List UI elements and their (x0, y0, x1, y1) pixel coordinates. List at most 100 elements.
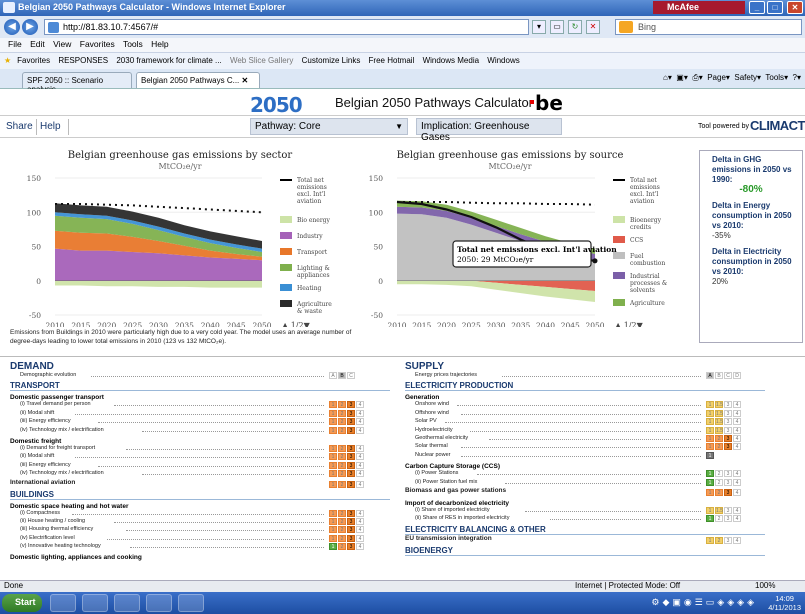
lever-level-2[interactable]: 2 (715, 478, 723, 486)
lever-level-2[interactable]: 2 (338, 543, 346, 551)
lever-level-4[interactable]: 4 (733, 478, 741, 486)
lever-level-4[interactable]: 4 (356, 444, 364, 452)
stop-icon[interactable]: ✕ (586, 20, 600, 34)
lever-level-1[interactable]: 1 (706, 478, 714, 486)
lever-level-1[interactable]: 1 (706, 409, 714, 417)
lever-level-4[interactable]: 4 (356, 401, 364, 409)
menu-edit[interactable]: Edit (30, 39, 45, 49)
lever-level-2[interactable]: 2 (338, 444, 346, 452)
lever-level-4[interactable]: 4 (356, 453, 364, 461)
lever-level-1[interactable]: 1 (329, 470, 337, 478)
lever-level-2[interactable]: 2 (715, 488, 723, 496)
fav-item-windows-media[interactable]: Windows Media (423, 56, 479, 65)
share-button[interactable]: Share (6, 121, 33, 132)
feeds-icon[interactable]: ▣▾ (676, 73, 688, 82)
lever-level-2[interactable]: 2 (338, 409, 346, 417)
lever-level-1.5[interactable]: 1.5 (715, 426, 723, 434)
lever-level-4[interactable]: 4 (733, 418, 741, 426)
help-button[interactable]: Help (40, 121, 61, 132)
lever-level-3[interactable]: 3 (724, 470, 732, 478)
lever-level-3[interactable]: 3 (347, 509, 355, 517)
lever-level-4[interactable]: 4 (733, 470, 741, 478)
fav-item-customize-links[interactable]: Customize Links (302, 56, 361, 65)
lever-level-4[interactable]: 4 (356, 461, 364, 469)
lever-level-3[interactable]: 3 (347, 418, 355, 426)
lever-level-3[interactable]: 3 (347, 409, 355, 417)
lever-level-2[interactable]: 2 (715, 536, 723, 544)
lever-level-3[interactable]: 3 (724, 506, 732, 514)
fav-item-free-hotmail[interactable]: Free Hotmail (369, 56, 415, 65)
fav-item-web-slice-gallery[interactable]: Web Slice Gallery (230, 56, 293, 65)
fav-item-2030-framework[interactable]: 2030 framework for climate ... (116, 56, 221, 65)
forward-button[interactable]: ▶ (22, 19, 38, 35)
tab-scenario-analysis[interactable]: SPF 2050 :: Scenario analysis (22, 72, 132, 94)
close-button[interactable]: ✕ (787, 1, 803, 14)
lever-level-3[interactable]: 3 (724, 434, 732, 442)
lever-level-4[interactable]: 4 (356, 526, 364, 534)
fav-item-responses[interactable]: RESPONSES (58, 56, 108, 65)
lever-level-4[interactable]: 4 (733, 515, 741, 523)
lever-level-2[interactable]: 2 (338, 509, 346, 517)
lever-level-3[interactable]: 3 (724, 536, 732, 544)
favorites-button[interactable]: Favorites (17, 56, 50, 65)
lever-level-1[interactable]: 1 (329, 444, 337, 452)
lever-level-3[interactable]: 3 (347, 480, 355, 488)
lever-level-4[interactable]: 4 (356, 543, 364, 551)
start-button[interactable]: Start (2, 594, 42, 612)
lever-level-3[interactable]: 3 (724, 426, 732, 434)
powerpoint-taskbar-icon[interactable] (178, 594, 204, 612)
lever-level-2[interactable]: 2 (338, 401, 346, 409)
lever-level-D[interactable]: D (733, 372, 741, 379)
lever-level-C[interactable]: C (724, 372, 732, 379)
lever-level-1[interactable]: 1 (706, 515, 714, 523)
lever-level-3[interactable]: 3 (347, 543, 355, 551)
lever-level-1.5[interactable]: 1.5 (715, 418, 723, 426)
lever-level-1[interactable]: 1 (706, 488, 714, 496)
lever-level-3[interactable]: 3 (724, 488, 732, 496)
lever-level-3[interactable]: 3 (347, 470, 355, 478)
lever-level-3[interactable]: 3 (347, 517, 355, 525)
lever-level-2[interactable]: 2 (338, 470, 346, 478)
lever-level-1[interactable]: 1 (329, 517, 337, 525)
lever-level-4[interactable]: 4 (356, 470, 364, 478)
lever-level-1[interactable]: 1 (706, 434, 714, 442)
lever-level-2[interactable]: 2 (338, 480, 346, 488)
lever-level-1[interactable]: 1 (329, 534, 337, 542)
tab-pathways-calculator[interactable]: Belgian 2050 Pathways C... ✕ (136, 72, 260, 88)
lever-level-1[interactable]: 1 (329, 418, 337, 426)
minimize-button[interactable]: _ (749, 1, 765, 14)
lever-level-1[interactable]: 1 (329, 543, 337, 551)
lever-level-3[interactable]: 3 (347, 534, 355, 542)
lever-level-1.5[interactable]: 1.5 (715, 401, 723, 409)
lever-level-3[interactable]: 3 (347, 526, 355, 534)
lever-level-B[interactable]: B (338, 372, 346, 379)
lever-level-1.5[interactable]: 1.5 (715, 409, 723, 417)
lever-level-2[interactable]: 2 (338, 453, 346, 461)
lever-level-4[interactable]: 4 (356, 409, 364, 417)
lever-level-4[interactable]: 4 (356, 426, 364, 434)
lever-level-3[interactable]: 3 (724, 409, 732, 417)
maximize-button[interactable]: □ (767, 1, 783, 14)
lever-level-2[interactable]: 2 (338, 461, 346, 469)
ie-taskbar-icon[interactable] (50, 594, 76, 612)
safety-menu[interactable]: Safety (734, 73, 757, 82)
lever-level-1[interactable]: 1 (706, 426, 714, 434)
lever-level-A[interactable]: A (329, 372, 337, 379)
lever-level-4[interactable]: 4 (356, 517, 364, 525)
lever-level-2[interactable]: 2 (715, 515, 723, 523)
lever-level-3[interactable]: 3 (347, 401, 355, 409)
office-taskbar-icon[interactable] (146, 594, 172, 612)
lever-level-4[interactable]: 4 (733, 409, 741, 417)
print-icon[interactable]: ⎙▾ (692, 73, 702, 82)
lever-level-1.5[interactable]: 1.5 (715, 506, 723, 514)
menu-view[interactable]: View (53, 39, 71, 49)
url-input[interactable]: http://81.83.10.7:4567/# (44, 19, 529, 35)
lever-level-2[interactable]: 2 (715, 470, 723, 478)
lever-level-2[interactable]: 2 (338, 534, 346, 542)
lever-level-4[interactable]: 4 (733, 443, 741, 451)
lever-level-1[interactable]: 1 (706, 506, 714, 514)
lever-level-1[interactable]: 1 (329, 409, 337, 417)
zoom-level[interactable]: 100% (755, 581, 775, 590)
page-menu[interactable]: Page (707, 73, 726, 82)
lever-level-3[interactable]: 3 (724, 401, 732, 409)
